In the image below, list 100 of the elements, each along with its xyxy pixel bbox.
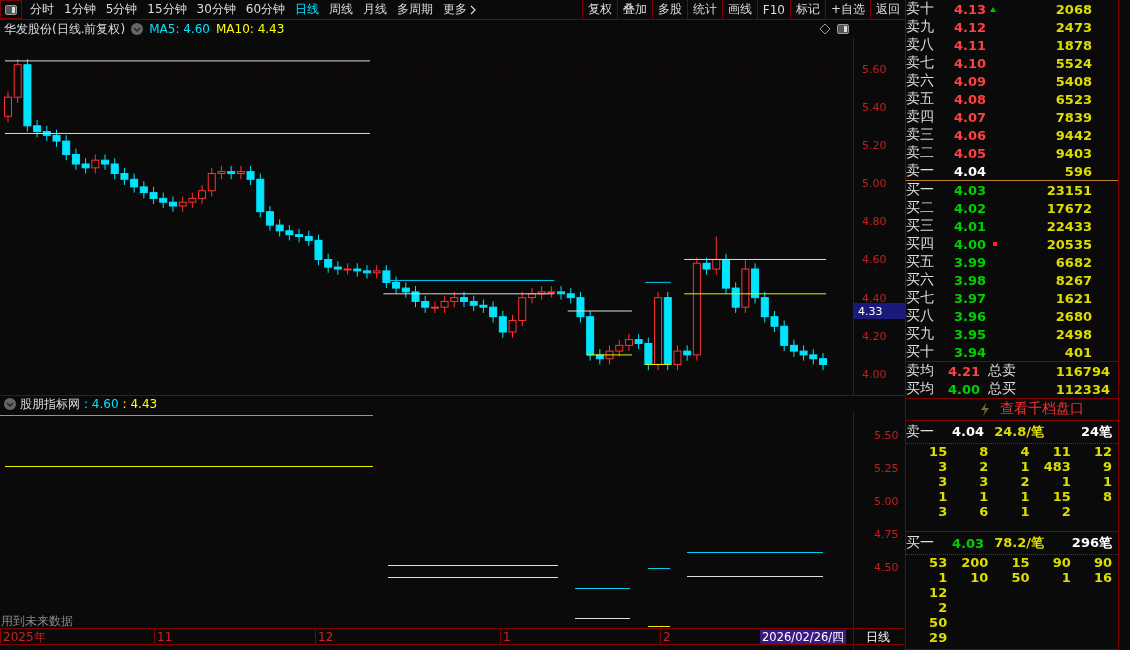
period-tab[interactable]: 1分钟 [60,0,100,19]
candle [624,333,633,352]
period-tab[interactable]: 分时 [26,0,58,19]
order-size: 1 [937,488,948,504]
indicator-value: : 4.60 [84,397,119,411]
toolbar-button[interactable]: 多股 [651,0,687,19]
tick-level-label: 买一 [906,534,935,552]
tick-level-label: 卖一 [906,422,935,441]
panel-toggle-icon[interactable] [0,0,22,19]
total-label: 总卖 [987,362,1017,380]
toolbar-button[interactable]: 标记 [789,0,825,19]
order-level-label: 买五 [906,253,935,271]
depth-view-link[interactable]: 查看千档盘口 [1000,400,1084,419]
order-volume: 23151 [1045,182,1092,198]
chevron-right-icon [470,4,477,15]
toolbar-button[interactable]: F10 [756,0,790,19]
period-tab[interactable]: 更多 [439,0,481,19]
order-size: 9 [1101,458,1112,474]
toolbar-button[interactable]: 返回 [870,0,905,19]
order-size: 2 [1019,473,1030,489]
order-size: 50 [928,615,948,630]
order-size: 3 [937,458,948,474]
order-size: 11 [1051,443,1071,459]
order-size: 1 [1060,570,1071,585]
candle [295,228,304,243]
candle [42,125,51,142]
order-size: 15 [928,443,948,459]
order-volume: 9403 [1054,145,1092,161]
order-level-label: 卖四 [906,108,935,126]
order-level-label: 卖五 [906,90,935,108]
order-level-label: 卖二 [906,144,935,162]
toolbar-button[interactable]: 画线 [721,0,757,19]
order-price: 4.06 [952,127,986,143]
indicator-line [647,626,671,627]
indicator-axis-label: 5.00 [874,495,899,508]
order-level-label: 买十 [906,343,935,361]
candle [615,339,624,358]
price-axis-label: 4.80 [862,215,887,229]
candle [71,148,80,171]
order-size: 3 [937,503,948,519]
order-volume: 401 [1063,344,1092,360]
candle [547,285,556,299]
period-tab[interactable]: 15分钟 [143,0,191,19]
order-volume: 5524 [1054,55,1092,71]
order-level-label: 卖八 [906,36,935,54]
candle [120,167,129,186]
tick-price: 4.04 [950,424,984,440]
indicator-line [574,618,631,619]
dropdown-icon[interactable] [4,398,16,410]
candle [130,173,139,194]
candle [751,262,760,304]
indicator-axis-label: 5.25 [874,462,899,475]
order-volume: 1621 [1054,290,1092,306]
period-tab[interactable]: 5分钟 [101,0,142,19]
candle [770,310,779,333]
candle [440,295,449,314]
trade-count: 24笔 [1079,422,1112,441]
dropdown-icon[interactable] [131,23,144,35]
candle [275,218,284,238]
period-tab[interactable]: 30分钟 [192,0,240,19]
toolbar-button[interactable]: +自选 [824,0,870,19]
order-size: 483 [1042,458,1071,474]
toolbar-button[interactable]: 统计 [686,0,722,19]
stock-title: 华发股份(日线.前复权) [4,20,126,38]
toolbar-button[interactable]: 叠加 [616,0,652,19]
order-price: 4.01 [952,218,986,234]
order-level-label: 买八 [906,307,935,325]
order-level-label: 买二 [906,199,935,217]
price-axis-label: 4.00 [862,368,887,381]
order-price: 4.04 [952,163,986,179]
lightning-icon [980,402,990,416]
period-tab[interactable]: 60分钟 [241,0,290,19]
panel-toggle-icon[interactable] [837,24,849,34]
candle [537,285,546,301]
total-volume: 116794 [1054,363,1110,379]
order-size: 2 [978,458,989,474]
order-price: 3.98 [952,272,986,288]
period-tab[interactable]: 多周期 [393,0,438,19]
candle [353,262,362,278]
period-tab[interactable]: 日线 [291,0,324,19]
candle [159,192,168,209]
level-line [586,354,633,356]
order-size: 1 [1060,473,1071,489]
candle [227,165,236,180]
order-level-label: 买九 [906,325,935,343]
order-price: 4.08 [952,91,986,107]
order-volume: 2680 [1054,308,1092,324]
candle [421,295,430,314]
average-price: 4.00 [946,381,980,397]
current-price-label: 4.33 [858,305,883,318]
period-tab[interactable]: 周线 [325,0,358,19]
indicator-value: : 4.43 [122,397,158,411]
period-tab[interactable]: 月线 [359,0,392,19]
order-size: 15 [1051,488,1071,504]
candle [91,153,100,175]
order-volume: 7839 [1054,109,1092,125]
diamond-icon[interactable] [819,23,831,35]
order-size: 8 [1101,488,1112,504]
toolbar-button[interactable]: 复权 [581,0,617,19]
candle [236,165,245,180]
